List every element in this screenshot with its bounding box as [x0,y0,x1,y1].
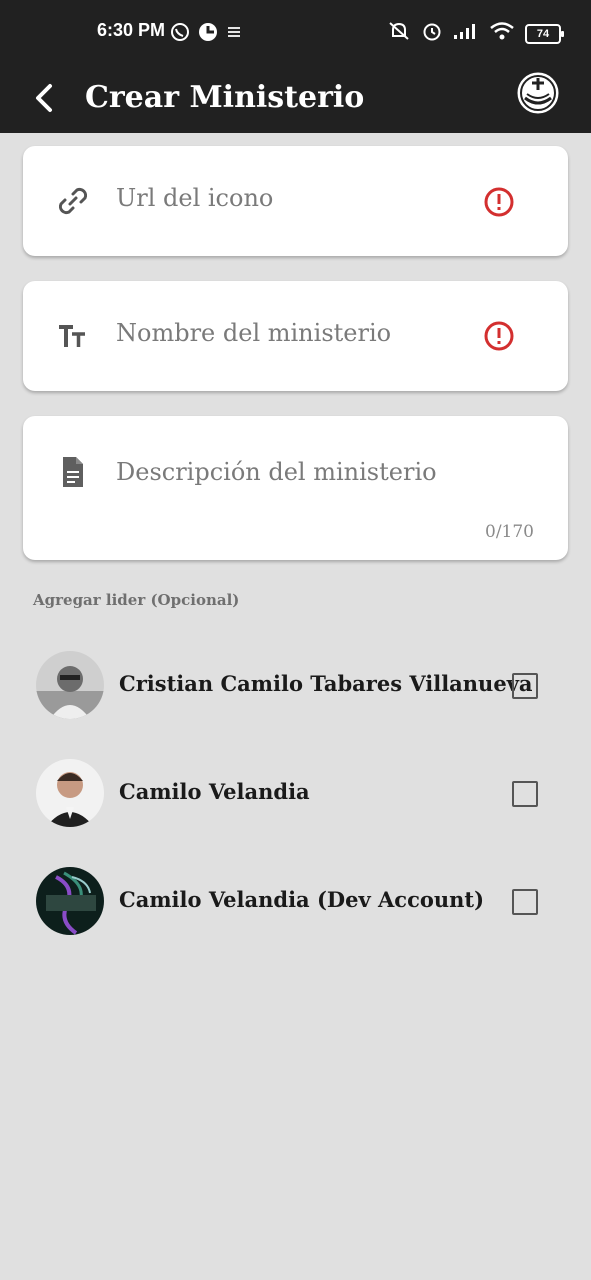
wifi-icon [489,21,515,46]
error-icon [483,186,515,218]
signal-icon [453,22,479,45]
back-button[interactable] [28,76,60,120]
ministry-description-field[interactable]: Descripción del ministerio 0/170 [23,416,568,560]
status-time: 6:30 PM [97,20,166,40]
ministry-name-field[interactable]: Nombre del ministerio [23,281,568,391]
church-logo-icon [515,70,561,116]
app-notification-icon [198,22,218,47]
whatsapp-icon [170,22,190,47]
menu-lines-icon [226,25,242,44]
leader-name: Camilo Velandia [119,779,310,804]
avatar [36,867,104,935]
error-icon [483,320,515,352]
leader-name: Camilo Velandia (Dev Account) [119,887,485,912]
leader-name: Cristian Camilo Tabares Villanueva [119,671,533,696]
muted-bell-icon [387,20,411,47]
avatar [36,759,104,827]
leader-item[interactable]: Camilo Velandia [0,753,591,833]
document-icon [55,454,91,490]
app-bar: Crear Ministerio [0,66,591,133]
status-bar: 6:30 PM 74 [0,0,591,66]
leader-checkbox[interactable] [512,781,538,807]
ministry-description-placeholder: Descripción del ministerio [116,458,437,486]
ministry-name-placeholder: Nombre del ministerio [116,319,392,347]
battery-icon: 74 [525,23,564,44]
icon-url-placeholder: Url del icono [116,184,274,212]
leader-item[interactable]: Camilo Velandia (Dev Account) [0,861,591,941]
chevron-left-icon [36,84,52,112]
leaders-section-label: Agregar lider (Opcional) [33,591,240,609]
link-icon [55,183,91,219]
text-size-icon [55,319,91,355]
leader-checkbox[interactable] [512,673,538,699]
leader-checkbox[interactable] [512,889,538,915]
page-title: Crear Ministerio [85,80,365,115]
icon-url-field[interactable]: Url del icono [23,146,568,256]
avatar [36,651,104,719]
character-counter: 0/170 [485,522,534,542]
leader-item[interactable]: Cristian Camilo Tabares Villanueva [0,645,591,725]
alarm-icon [421,20,443,47]
